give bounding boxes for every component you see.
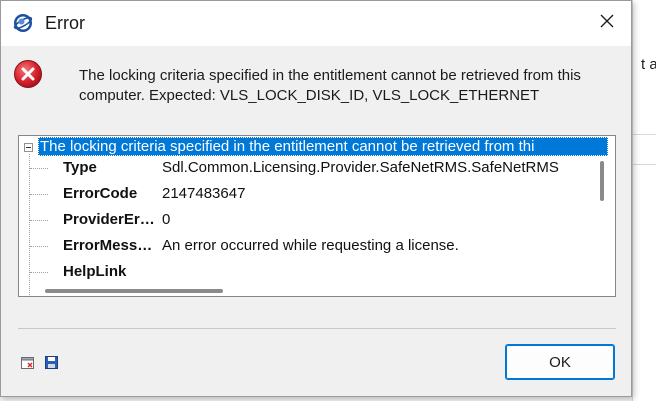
save-disk-icon[interactable] [45,356,59,370]
horizontal-scrollbar[interactable] [19,284,595,296]
background-window: t an [632,0,656,401]
dialog-content: The locking criteria specified in the en… [1,46,631,396]
tree-row[interactable]: ErrorCode 2147483647 [19,182,589,208]
collapse-toggle-icon[interactable] [24,143,33,152]
error-dialog: Error The locking criteria specified in … [0,0,632,397]
background-divider [633,134,656,135]
footer-divider [18,328,616,329]
error-circle-x-icon [13,59,43,89]
tree-row[interactable]: Type Sdl.Common.Licensing.Provider.SafeN… [19,156,589,182]
dialog-title: Error [45,13,85,33]
tree-root-node[interactable]: The locking criteria specified in the en… [38,137,608,156]
tree-row[interactable]: ProviderEr… 0 [19,208,589,234]
details-tree[interactable]: The locking criteria specified in the en… [18,135,616,297]
error-message: The locking criteria specified in the en… [79,67,581,104]
ok-button[interactable]: OK [505,344,615,380]
window-copy-icon[interactable] [21,356,35,370]
tree-connector [30,272,48,273]
title-bar[interactable]: Error [1,1,631,46]
close-icon [599,13,615,34]
tree-row-value: An error occurred while requesting a lic… [162,237,459,254]
background-divider [633,164,656,165]
tree-connector [30,246,48,247]
tree-row-key: ErrorCode [63,185,138,202]
vertical-scrollbar[interactable] [595,156,609,286]
tree-row[interactable]: ErrorMess… An error occurred while reque… [19,234,589,260]
tree-row[interactable]: HelpLink [19,260,589,286]
app-globe-icon [13,13,33,33]
vertical-scroll-thumb[interactable] [600,161,604,201]
tree-row-key: HelpLink [63,263,127,280]
tree-row-value: Sdl.Common.Licensing.Provider.SafeNetRMS… [162,159,559,176]
tree-row-key: ErrorMess… [63,237,153,254]
tree-row-key: Type [63,159,97,176]
tree-row-value: 2147483647 [162,185,246,202]
tree-connector [30,168,48,169]
tree-connector [30,194,48,195]
background-text: t an [641,56,656,73]
close-button[interactable] [583,1,631,46]
tree-row-value: 0 [162,211,171,228]
horizontal-scroll-thumb[interactable] [45,289,223,293]
tree-row-key: ProviderEr… [63,211,155,228]
tree-connector [30,220,48,221]
